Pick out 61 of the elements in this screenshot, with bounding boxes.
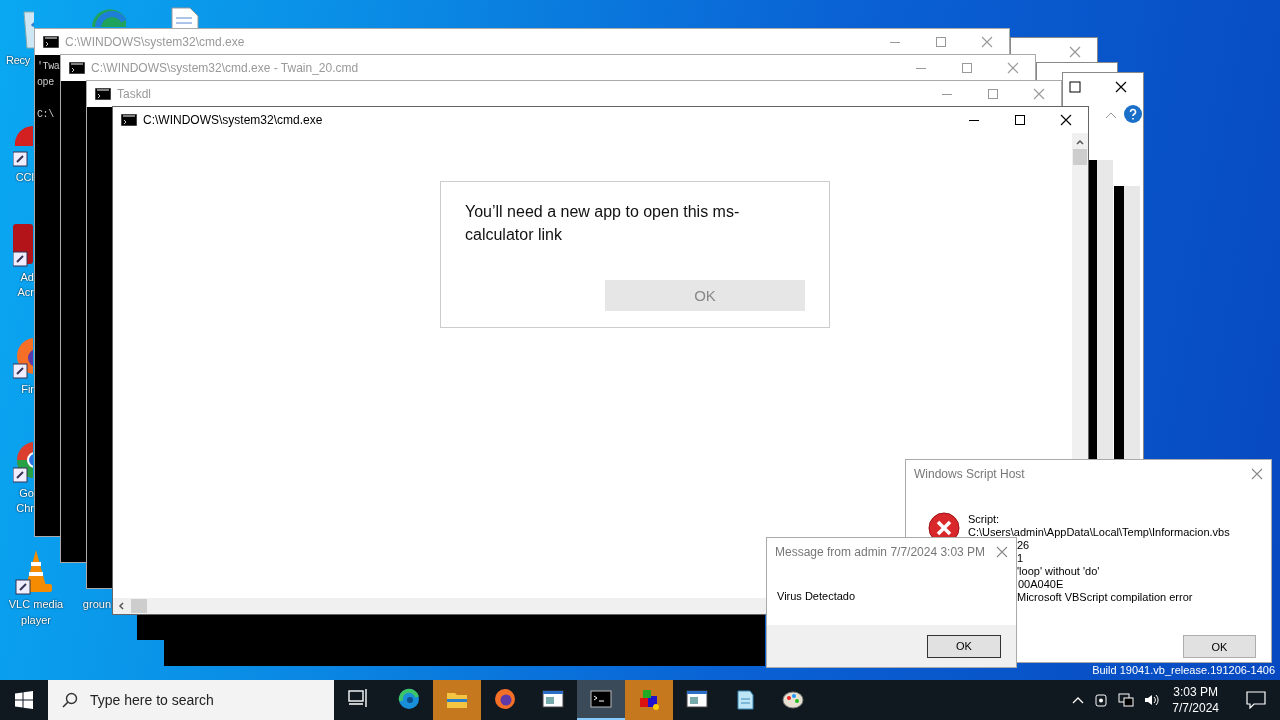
close-icon[interactable] [1115,81,1127,93]
icon-label[interactable]: groun [82,597,111,612]
help-icon[interactable] [1124,105,1142,123]
icon-label[interactable]: CCl [15,170,34,185]
windows-start-icon[interactable] [15,691,33,709]
terminal-icon [589,687,613,711]
window-title: C:\WINDOWS\system32\cmd.exe - Twain_20.cmd [91,61,359,75]
acrobat-icon[interactable] [13,224,33,268]
terminal-icon [95,88,111,100]
network-icon[interactable] [1118,692,1135,708]
icon-label[interactable]: Chr [16,501,34,516]
dialog-title: Message from admin 7/7/2024 3:03 PM [775,545,986,559]
search-icon [62,692,78,708]
icon-label[interactable]: Acr [17,285,34,300]
search-input[interactable]: Type here to search [88,691,332,709]
icon-label[interactable]: Fir [21,382,34,397]
taskbar-button[interactable] [577,680,625,720]
error-text: 'loop' without 'do' [1017,565,1101,578]
console-text: 'Twa ope C:\ [37,60,60,122]
clock[interactable]: 3:03 PM 7/7/2024 [1172,684,1219,716]
maximize-icon[interactable] [1014,114,1026,126]
dialog-message: You’ll need a new app to open this ms-calculator link [465,202,741,245]
ok-button[interactable]: OK [1183,635,1256,658]
error-text: C:\Users\admin\AppData\Local\Temp\Informacion.vbs [968,526,1230,539]
window-icon [685,687,709,711]
icon-label[interactable]: Ad [20,270,34,285]
scroll-thumb[interactable] [131,599,147,613]
icon-label[interactable]: player [21,612,51,628]
icon-label[interactable]: Recy [6,53,30,68]
maximize-icon[interactable] [1069,81,1081,93]
dialog-message: Virus Detectado [776,589,857,604]
error-text: Script: [968,513,1001,526]
scroll-thumb[interactable] [1073,149,1087,165]
edge-icon [397,687,421,711]
build-watermark-text: Build 19041.vb_release.191206-1406 [1092,664,1275,676]
close-icon[interactable] [1060,114,1072,126]
firefox-icon [493,687,517,711]
blocks-icon [637,687,661,711]
search-box[interactable]: Type here to search [48,680,334,720]
error-text: Microsoft VBScript compilation error [1017,591,1193,604]
file-icon[interactable] [170,6,200,30]
error-text: 00A040E [1017,578,1065,591]
error-text: 1 [1017,552,1025,565]
device-icon[interactable] [1093,692,1110,708]
icon-label[interactable]: Go [19,486,34,501]
shortcut-icon[interactable] [13,124,33,168]
scroll-up-icon[interactable] [1075,138,1085,146]
dialog-title: Windows Script Host [914,467,1025,481]
window-title: Taskdl [117,87,151,101]
notification-icon[interactable] [1246,691,1266,709]
speaker-icon[interactable] [1143,692,1160,708]
window-title: C:\WINDOWS\system32\cmd.exe [143,113,323,127]
scroll-left-icon[interactable] [117,601,125,611]
window-title: C:\WINDOWS\system32\cmd.exe [65,35,245,49]
window-icon [541,687,565,711]
terminal-icon [69,62,85,74]
error-text: 26 [1017,539,1031,552]
terminal-icon [121,114,137,126]
ok-button[interactable]: OK [927,634,1001,658]
icon-label[interactable]: VLC media [8,596,64,612]
terminal-icon [43,36,59,48]
